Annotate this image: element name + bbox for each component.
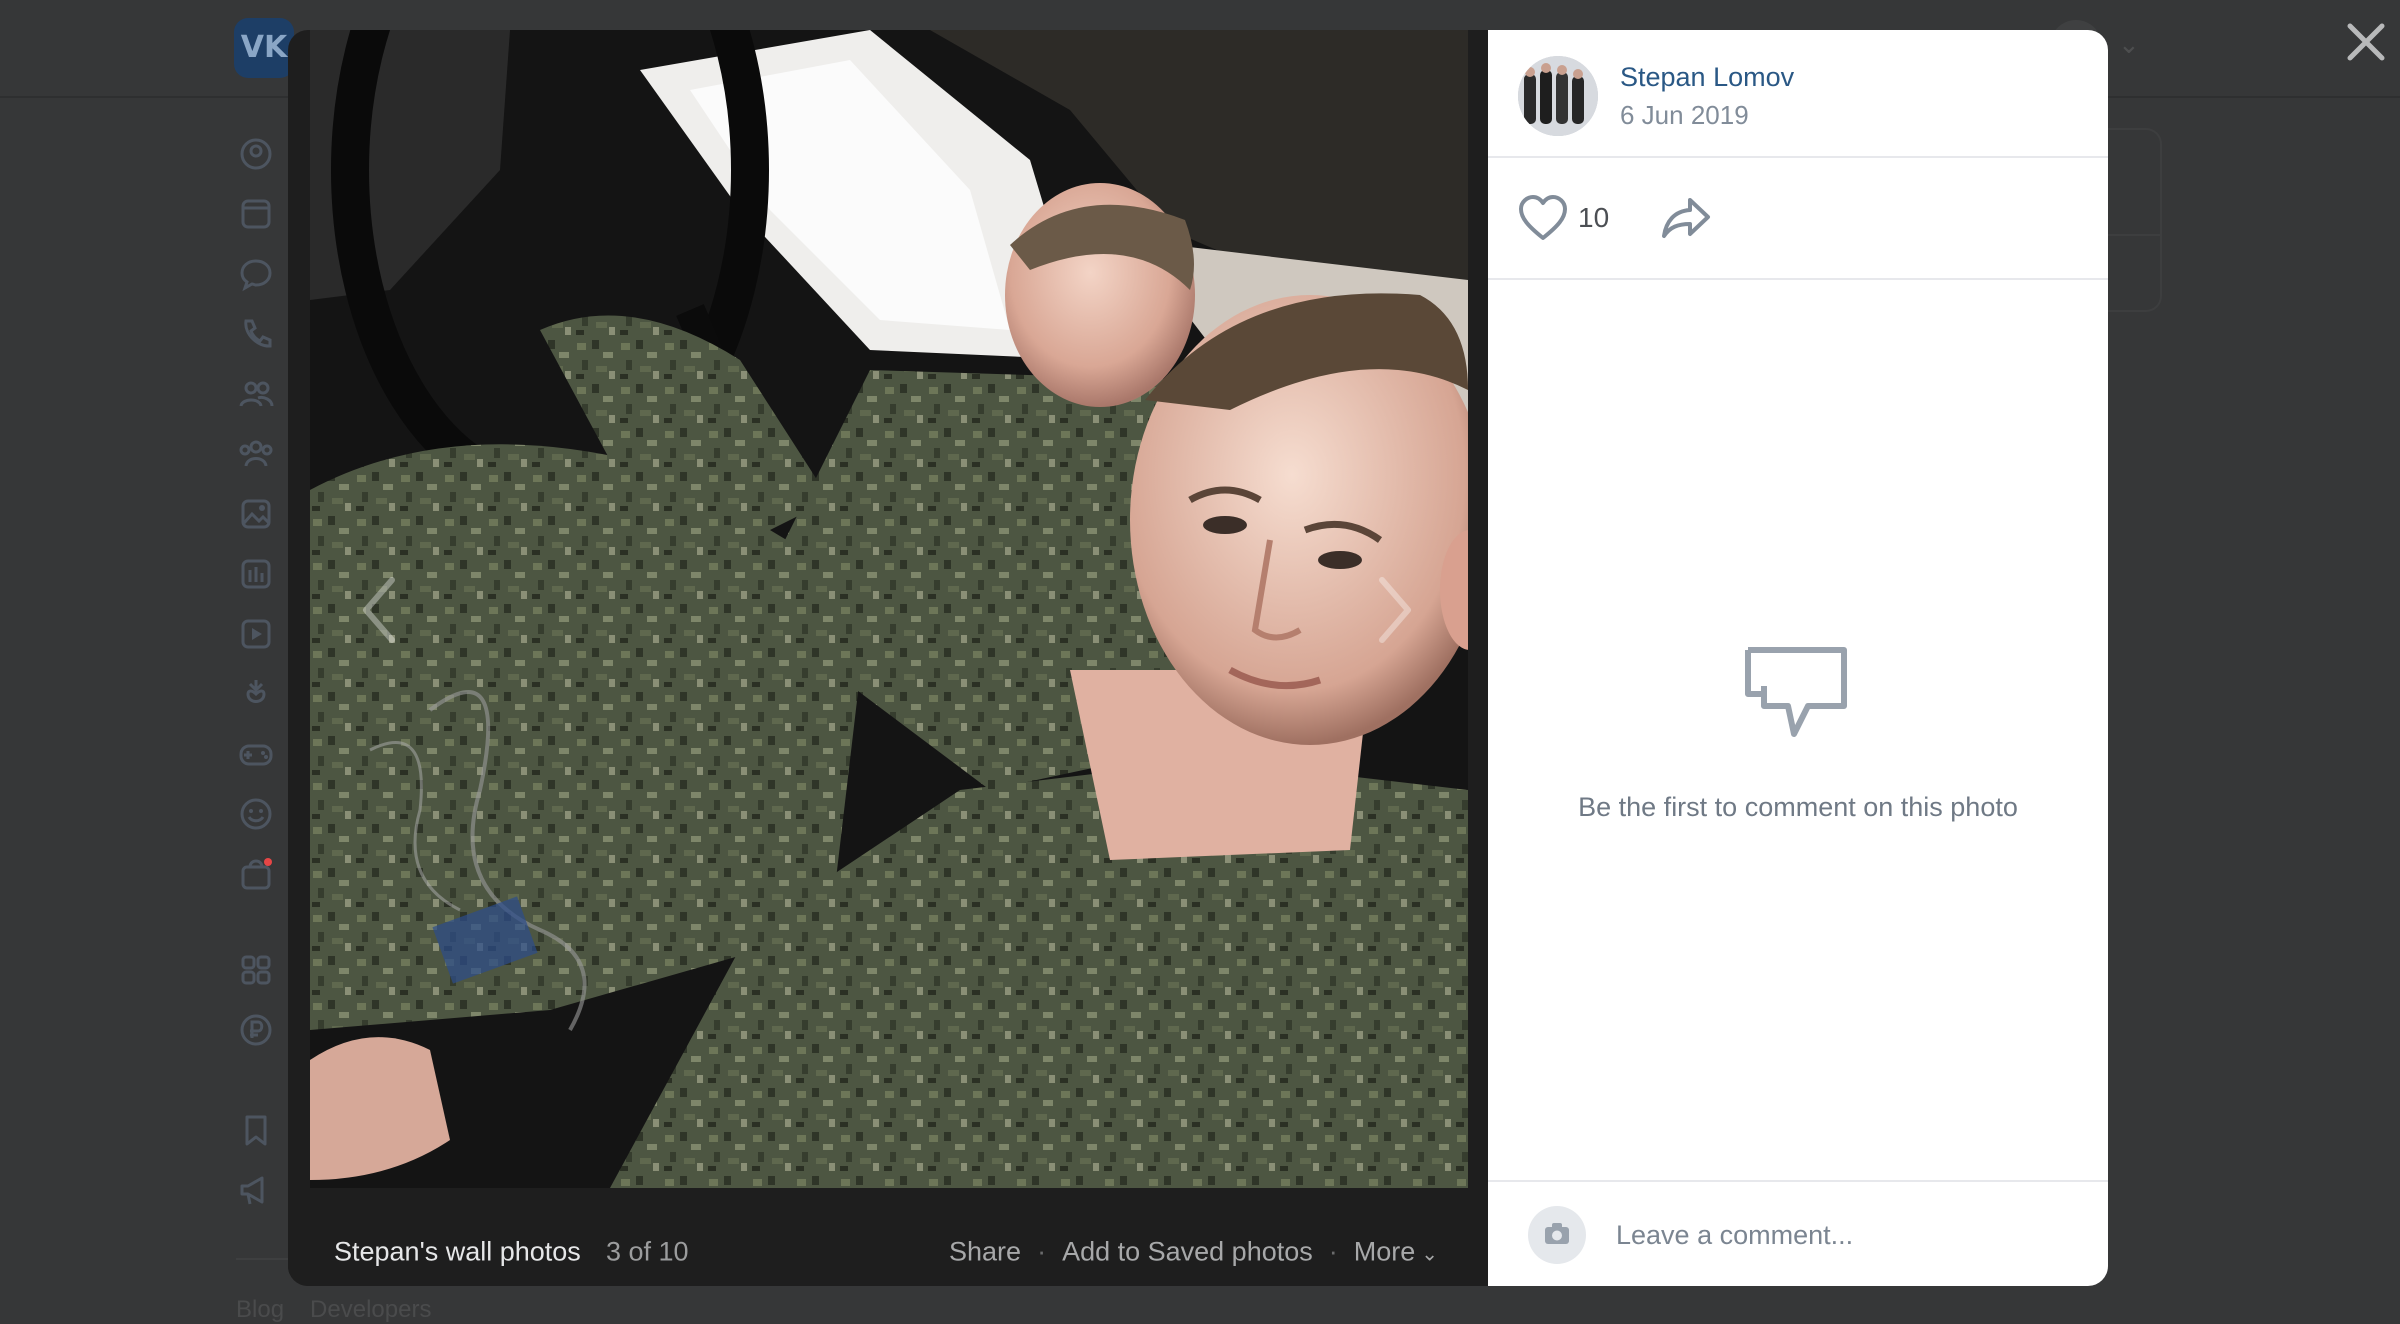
prev-photo-icon[interactable] xyxy=(354,570,404,650)
comment-input[interactable] xyxy=(1616,1206,2076,1264)
footer-links: Blog Developers xyxy=(236,1296,457,1324)
photo-counter: 3 of 10 xyxy=(606,1236,689,1267)
chevron-down-icon[interactable]: ⌄ xyxy=(2118,30,2140,60)
background-card-divider xyxy=(2108,234,2160,236)
camera-icon[interactable] xyxy=(1528,1206,1586,1264)
more-menu[interactable]: More ⌄ xyxy=(1354,1237,1438,1267)
comments-empty-icon xyxy=(1742,644,1850,744)
photo-info-bar: Stepan's wall photos 3 of 10 Share · Add t… xyxy=(288,1188,1488,1286)
vk-pay-icon[interactable] xyxy=(238,1012,274,1048)
footer-link-developers[interactable]: Developers xyxy=(310,1296,431,1323)
communities-icon[interactable] xyxy=(238,436,274,472)
messenger-icon[interactable] xyxy=(238,256,274,292)
games-icon[interactable] xyxy=(238,736,274,772)
share-icon[interactable] xyxy=(1660,196,1712,240)
photo-side-panel: Stepan Lomov 6 Jun 2019 10 Be the first … xyxy=(1488,30,2108,1286)
separator-dot: · xyxy=(1037,1236,1047,1267)
news-icon[interactable] xyxy=(238,196,274,232)
market-icon[interactable] xyxy=(238,856,274,892)
author-block: Stepan Lomov 6 Jun 2019 xyxy=(1488,30,2108,158)
music-icon[interactable] xyxy=(238,556,274,592)
separator-dot: · xyxy=(1328,1236,1338,1267)
album-title[interactable]: Stepan's wall photos xyxy=(334,1237,581,1268)
more-label: More xyxy=(1353,1236,1416,1267)
share-link[interactable]: Share xyxy=(949,1237,1021,1267)
chevron-down-icon: ⌄ xyxy=(1421,1241,1439,1266)
close-icon[interactable] xyxy=(2340,16,2392,68)
background-card xyxy=(2108,128,2162,312)
friends-icon[interactable] xyxy=(238,376,274,412)
vk-logo[interactable]: VK xyxy=(234,18,294,78)
save-to-photos-link[interactable]: Add to Saved photos xyxy=(1062,1237,1313,1267)
bookmarks-icon[interactable] xyxy=(238,1112,274,1148)
profile-icon[interactable] xyxy=(238,136,274,172)
services-icon[interactable] xyxy=(238,952,274,988)
empty-comments-text: Be the first to comment on this photo xyxy=(1578,792,2018,822)
post-date[interactable]: 6 Jun 2019 xyxy=(1620,100,1749,131)
videos-icon[interactable] xyxy=(238,616,274,652)
like-count[interactable]: 10 xyxy=(1578,202,1609,234)
heart-icon[interactable] xyxy=(1518,194,1568,242)
author-avatar[interactable] xyxy=(1518,56,1598,136)
footer-link-blog[interactable]: Blog xyxy=(236,1296,284,1323)
clips-icon[interactable] xyxy=(238,676,274,712)
comment-composer xyxy=(1488,1180,2108,1286)
photo-actions: Share · Add to Saved photos · More ⌄ xyxy=(949,1237,1438,1268)
next-photo-icon[interactable] xyxy=(1370,570,1420,650)
ads-icon[interactable] xyxy=(238,1172,274,1208)
photos-icon[interactable] xyxy=(238,496,274,532)
photo-viewer: Stepan's wall photos 3 of 10 Share · Add t… xyxy=(288,30,2108,1286)
stickers-icon[interactable] xyxy=(238,796,274,832)
sidebar-divider xyxy=(236,1258,296,1260)
photo[interactable] xyxy=(310,30,1468,1188)
calls-icon[interactable] xyxy=(238,316,274,352)
author-name[interactable]: Stepan Lomov xyxy=(1620,62,1794,93)
photo-reactions: 10 xyxy=(1488,158,2108,280)
